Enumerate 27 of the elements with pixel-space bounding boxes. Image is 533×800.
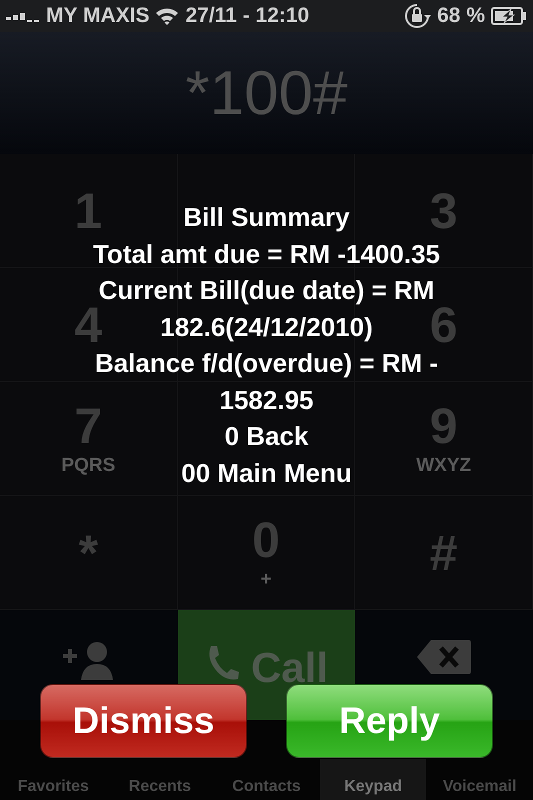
dialed-number: *100# (185, 58, 348, 129)
dismiss-button[interactable]: Dismiss (40, 684, 247, 758)
tab[interactable]: Favorites (0, 759, 107, 800)
tab[interactable]: Recents (106, 759, 214, 800)
tab[interactable]: Voicemail (426, 759, 533, 800)
key-digit[interactable]: * (78, 528, 98, 578)
dialog-title: Bill Summary (183, 201, 350, 234)
tab[interactable]: Contacts (213, 759, 320, 800)
wifi-icon (155, 6, 180, 25)
message-line: Current Bill(due date) = RM (98, 274, 434, 307)
key-letters: + (260, 568, 272, 591)
message-line: 0 Back (224, 420, 308, 453)
message-line: Balance f/d(overdue) = RM - (94, 347, 438, 380)
battery-percent: 68 % (437, 4, 485, 28)
key-digit[interactable]: # (430, 528, 458, 578)
key-letters: WXYZ (416, 454, 472, 477)
carrier-name: MY MAXIS (46, 4, 150, 28)
message-line: 1582.95 (220, 384, 314, 416)
rotation-lock-icon (403, 2, 432, 30)
tab[interactable]: Keypad (320, 759, 426, 800)
delete-icon[interactable] (417, 640, 472, 674)
key-letters: PQRS (61, 454, 116, 477)
message-line: 00 Main Menu (181, 456, 352, 490)
reply-button[interactable]: Reply (286, 684, 493, 758)
message-line: Total amt due = RM -1400.35 (92, 238, 440, 270)
date-time: 27/11 - 12:10 (185, 4, 310, 28)
message-line: 182.6(24/12/2010) (160, 310, 373, 344)
